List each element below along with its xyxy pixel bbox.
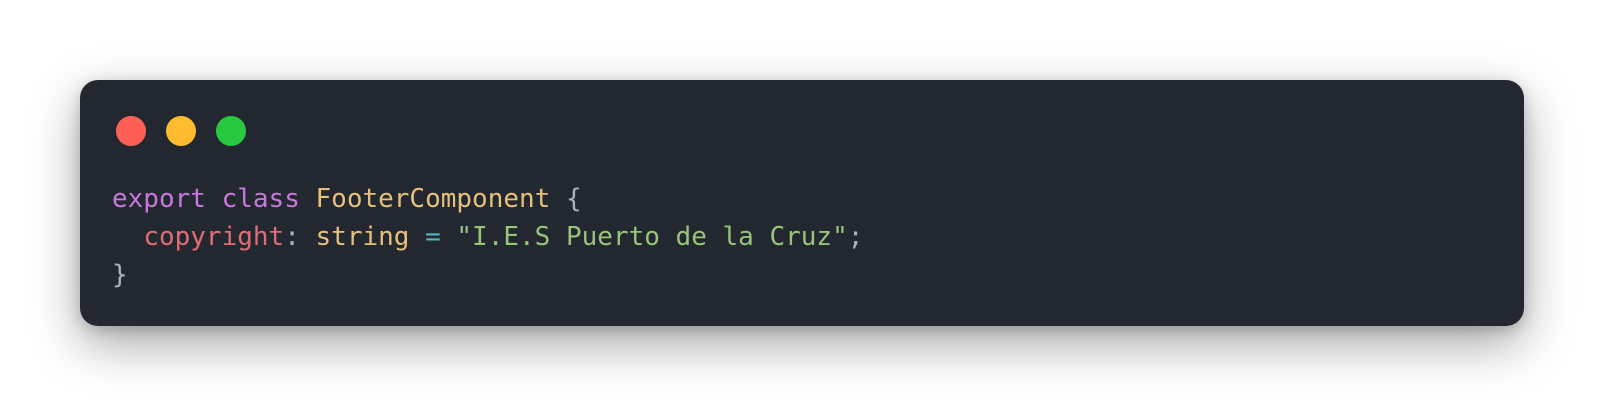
code-window: export class FooterComponent { copyright…	[80, 80, 1524, 326]
window-controls	[116, 116, 246, 146]
code-line-3: }	[112, 256, 863, 294]
semicolon: ;	[847, 222, 864, 252]
stage: export class FooterComponent { copyright…	[0, 0, 1604, 406]
keyword-class: class	[221, 184, 300, 214]
close-dot-icon	[116, 116, 146, 146]
property-name: copyright	[143, 222, 285, 252]
code-block: export class FooterComponent { copyright…	[112, 180, 863, 294]
string-literal: "I.E.S Puerto de la Cruz"	[456, 222, 848, 252]
colon: :	[284, 222, 300, 252]
class-name: FooterComponent	[315, 184, 551, 214]
brace-close: }	[112, 260, 128, 290]
assign-operator: =	[425, 222, 441, 252]
code-line-1: export class FooterComponent {	[112, 180, 863, 218]
brace-open: {	[565, 184, 582, 214]
minimize-dot-icon	[166, 116, 196, 146]
type-annotation: string	[315, 222, 410, 252]
zoom-dot-icon	[216, 116, 246, 146]
keyword-export: export	[112, 184, 206, 214]
code-line-2: copyright: string = "I.E.S Puerto de la …	[112, 218, 863, 256]
